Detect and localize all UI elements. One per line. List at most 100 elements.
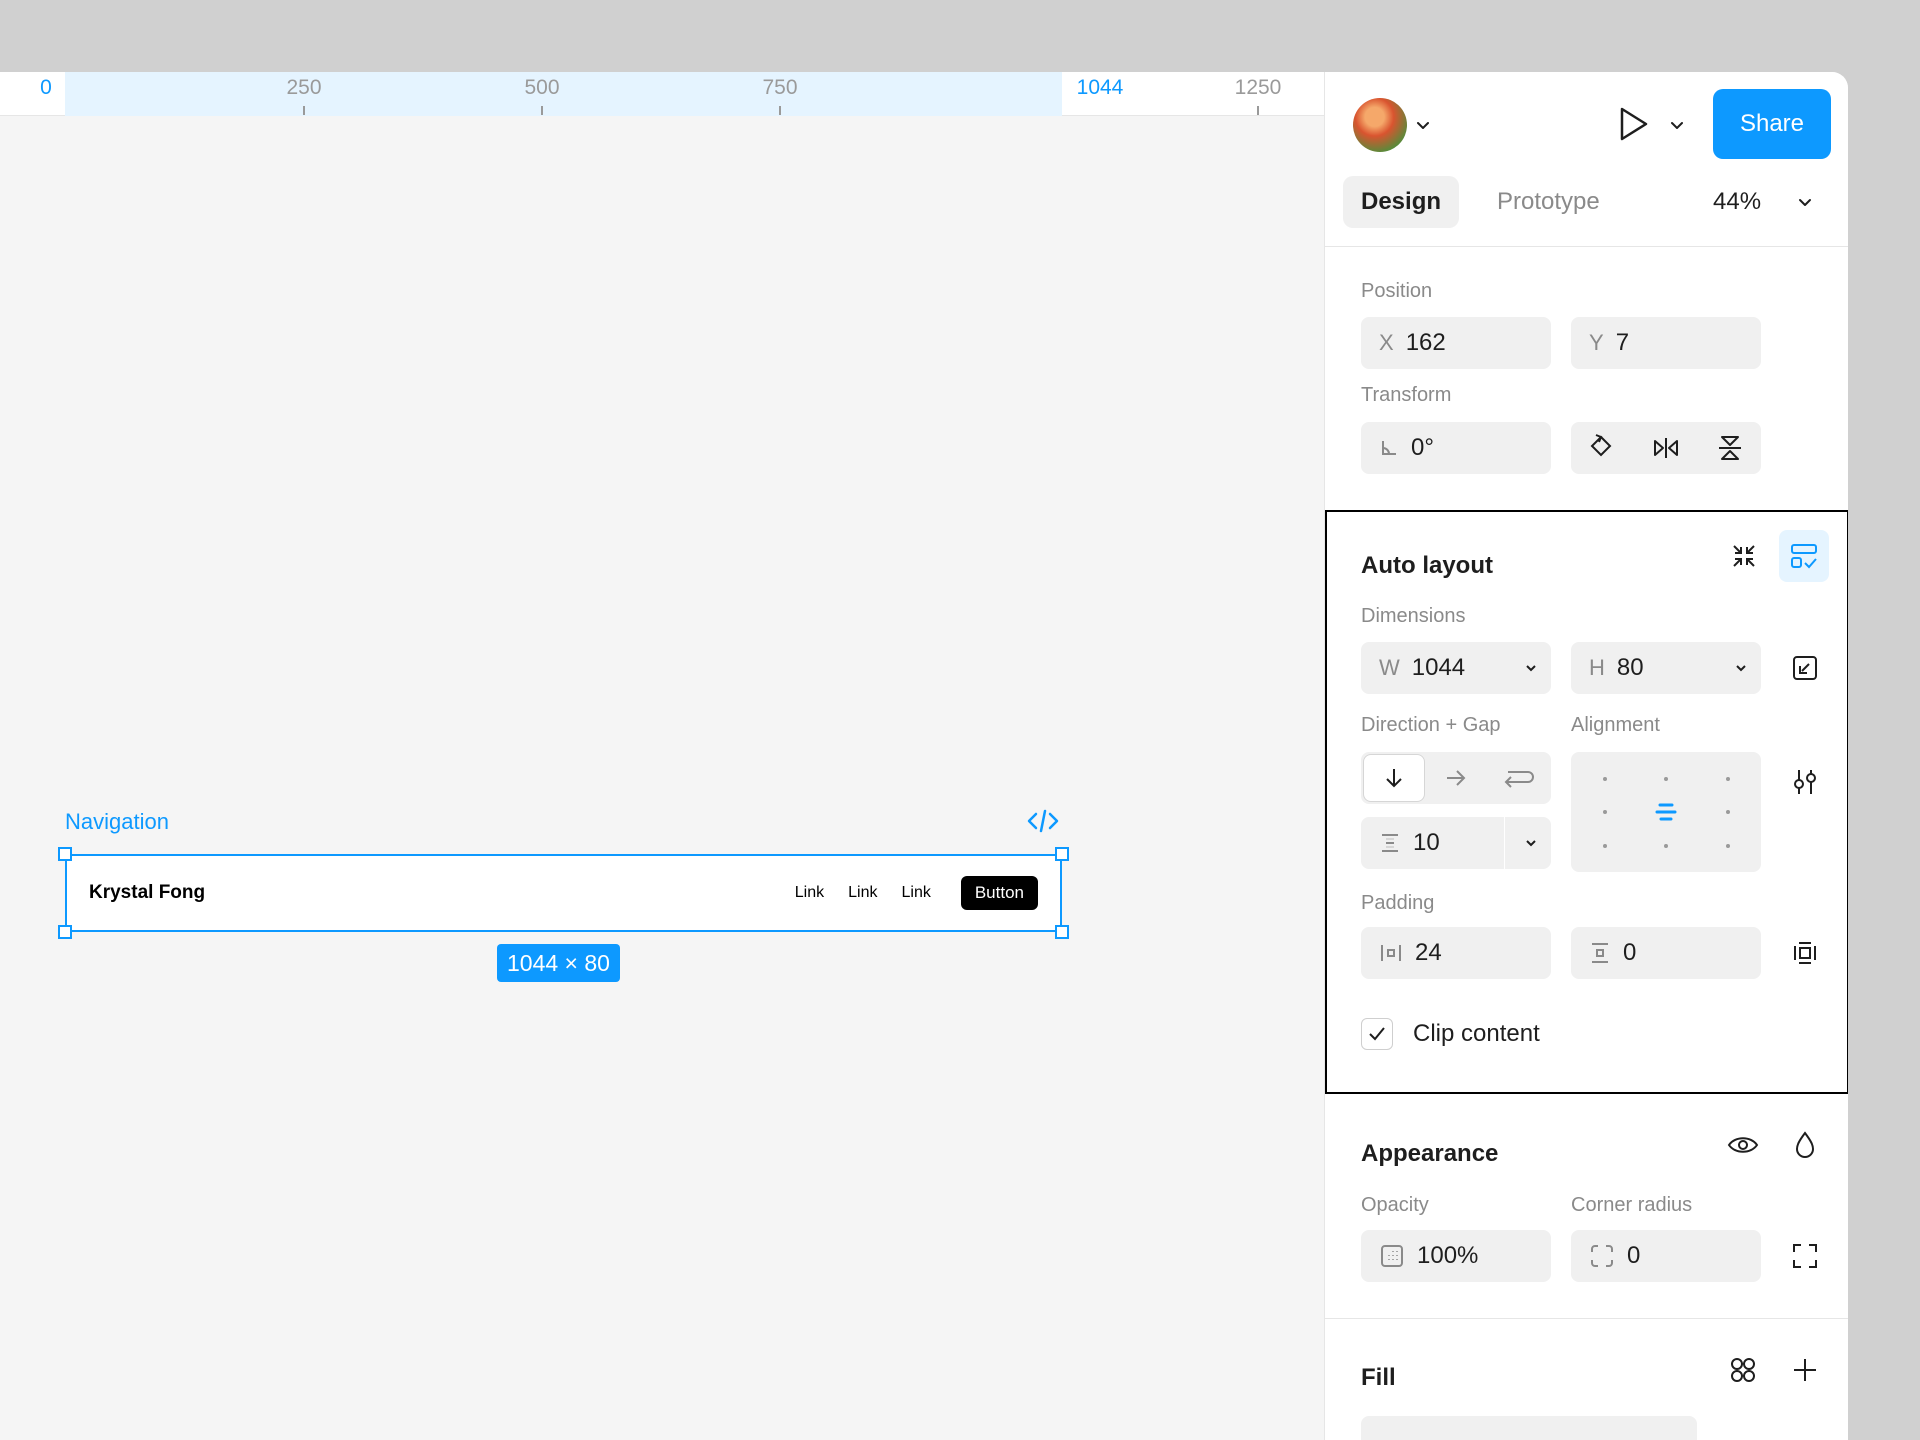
ruler-tick-mark bbox=[1257, 106, 1259, 115]
styles-grid-icon bbox=[1731, 1358, 1755, 1382]
sliders-icon bbox=[1794, 770, 1816, 794]
add-fill-button[interactable] bbox=[1785, 1350, 1825, 1390]
align-dot[interactable] bbox=[1603, 844, 1607, 848]
visibility-toggle[interactable] bbox=[1723, 1125, 1763, 1165]
ruler-tick-label: 500 bbox=[524, 76, 560, 99]
rotate-icon bbox=[1590, 434, 1612, 457]
corners-icon bbox=[1793, 1244, 1817, 1268]
ruler-tick-mark bbox=[779, 106, 781, 115]
opacity-label: Opacity bbox=[1361, 1194, 1429, 1216]
direction-horizontal[interactable] bbox=[1425, 754, 1487, 802]
layout-settings-button[interactable] bbox=[1785, 762, 1825, 802]
nav-button[interactable]: Button bbox=[960, 876, 1038, 910]
clip-content-label: Clip content bbox=[1413, 1020, 1540, 1047]
h-prefix: H bbox=[1589, 655, 1605, 680]
corner-radius-label: Corner radius bbox=[1571, 1194, 1693, 1216]
align-dot[interactable] bbox=[1726, 777, 1730, 781]
blend-mode-button[interactable] bbox=[1785, 1125, 1825, 1165]
share-button[interactable]: Share bbox=[1713, 89, 1831, 159]
flip-vertical-icon bbox=[1719, 436, 1741, 460]
tab-prototype[interactable]: Prototype bbox=[1479, 176, 1618, 228]
rotate-button[interactable] bbox=[1581, 428, 1621, 468]
chevron-down-icon[interactable] bbox=[1797, 194, 1813, 210]
x-prefix: X bbox=[1379, 330, 1394, 355]
align-dot[interactable] bbox=[1726, 810, 1730, 814]
navigation-frame[interactable]: Krystal Fong Link Link Link Button bbox=[65, 854, 1062, 932]
horizontal-ruler: 0 250 500 750 1044 1250 bbox=[0, 72, 1324, 116]
chevron-down-icon[interactable] bbox=[1523, 660, 1539, 676]
align-dot[interactable] bbox=[1726, 844, 1730, 848]
rotation-value: 0° bbox=[1411, 434, 1434, 461]
collapse-layout-button[interactable] bbox=[1724, 536, 1764, 576]
y-prefix: Y bbox=[1589, 330, 1604, 355]
code-icon[interactable] bbox=[1026, 807, 1060, 835]
width-field[interactable]: W 1044 bbox=[1361, 642, 1551, 694]
nav-link[interactable]: Link bbox=[795, 884, 824, 902]
resize-handle-bottom-right[interactable] bbox=[1055, 925, 1069, 939]
direction-gap-label: Direction + Gap bbox=[1361, 714, 1501, 736]
align-dot[interactable] bbox=[1603, 777, 1607, 781]
height-field[interactable]: H 80 bbox=[1571, 642, 1761, 694]
nav-links: Link Link Link Button bbox=[795, 876, 1038, 910]
padding-vertical-icon bbox=[1592, 943, 1608, 963]
angle-icon bbox=[1382, 441, 1396, 455]
frame-name-label[interactable]: Navigation bbox=[65, 809, 169, 835]
padding-horizontal-icon bbox=[1381, 945, 1401, 961]
fill-row-field[interactable] bbox=[1361, 1416, 1697, 1440]
opacity-value: 100% bbox=[1417, 1242, 1479, 1269]
zoom-level[interactable]: 44% bbox=[1713, 188, 1761, 216]
collapse-icon bbox=[1733, 545, 1755, 567]
chevron-down-icon[interactable] bbox=[1733, 660, 1749, 676]
resize-handle-top-right[interactable] bbox=[1055, 847, 1069, 861]
ruler-tick-label: 250 bbox=[286, 76, 322, 99]
chevron-down-icon[interactable] bbox=[1415, 117, 1431, 133]
layout-check-icon bbox=[1791, 544, 1817, 569]
direction-wrap[interactable] bbox=[1487, 754, 1549, 802]
width-value: 1044 bbox=[1411, 654, 1466, 681]
styles-button[interactable] bbox=[1723, 1350, 1763, 1390]
clip-content-checkbox[interactable] bbox=[1361, 1018, 1393, 1050]
vertical-padding-field[interactable]: 0 bbox=[1571, 927, 1761, 979]
plus-icon bbox=[1794, 1359, 1816, 1381]
panel-divider bbox=[1325, 1318, 1848, 1319]
rotation-field[interactable]: 0° bbox=[1361, 422, 1551, 474]
eye-icon bbox=[1727, 1137, 1759, 1153]
y-field[interactable]: Y 7 bbox=[1571, 317, 1761, 369]
flip-vertical-button[interactable] bbox=[1710, 428, 1750, 468]
align-dot[interactable] bbox=[1664, 777, 1668, 781]
align-dot[interactable] bbox=[1603, 810, 1607, 814]
size-badge: 1044 × 80 bbox=[497, 944, 620, 982]
opacity-field[interactable]: 100% bbox=[1361, 1230, 1551, 1282]
independent-corners-button[interactable] bbox=[1785, 1236, 1825, 1276]
x-field[interactable]: X 162 bbox=[1361, 317, 1551, 369]
height-value: 80 bbox=[1616, 654, 1644, 681]
corner-radius-field[interactable]: 0 bbox=[1571, 1230, 1761, 1282]
resize-to-fit-button[interactable] bbox=[1785, 648, 1825, 688]
avatar[interactable] bbox=[1353, 98, 1407, 152]
direction-vertical[interactable] bbox=[1363, 754, 1425, 802]
chevron-down-icon[interactable] bbox=[1669, 117, 1685, 133]
padding-label: Padding bbox=[1361, 892, 1435, 914]
play-icon[interactable] bbox=[1615, 104, 1651, 144]
gap-field[interactable]: 10 bbox=[1361, 817, 1551, 869]
direction-selector bbox=[1361, 752, 1551, 804]
nav-link[interactable]: Link bbox=[901, 884, 930, 902]
align-dot[interactable] bbox=[1664, 844, 1668, 848]
align-center-icon[interactable] bbox=[1654, 800, 1678, 824]
flip-horizontal-button[interactable] bbox=[1646, 428, 1686, 468]
corner-radius-value: 0 bbox=[1627, 1242, 1641, 1269]
resize-handle-bottom-left[interactable] bbox=[58, 925, 72, 939]
fill-title: Fill bbox=[1361, 1364, 1396, 1391]
resize-handle-top-left[interactable] bbox=[58, 847, 72, 861]
nav-link[interactable]: Link bbox=[848, 884, 877, 902]
resize-icon bbox=[1793, 656, 1817, 680]
tab-design[interactable]: Design bbox=[1343, 176, 1460, 228]
horizontal-padding-field[interactable]: 24 bbox=[1361, 927, 1551, 979]
chevron-down-icon[interactable] bbox=[1523, 835, 1539, 851]
layout-guide-toggle[interactable] bbox=[1779, 530, 1829, 582]
arrow-right-icon bbox=[1447, 770, 1466, 786]
design-canvas[interactable]: Navigation Krystal Fong Link Link Link B… bbox=[0, 116, 1324, 1440]
alignment-grid[interactable] bbox=[1571, 752, 1761, 872]
individual-padding-button[interactable] bbox=[1785, 933, 1825, 973]
gap-icon bbox=[1382, 834, 1398, 852]
